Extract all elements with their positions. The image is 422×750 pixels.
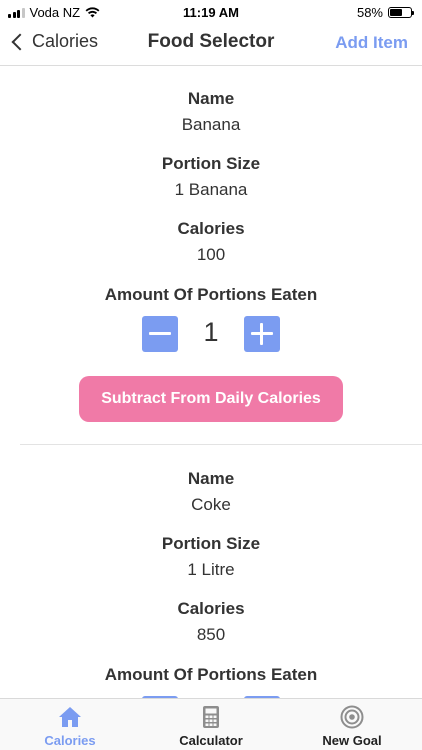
calories-value: 850 bbox=[196, 625, 226, 644]
tab-label: New Goal bbox=[322, 733, 382, 748]
tab-new-goal[interactable]: New Goal bbox=[282, 699, 422, 750]
nav-bar: Calories Food Selector Add Item bbox=[0, 24, 422, 66]
subtract-calories-button[interactable]: Subtract From Daily Calories bbox=[79, 376, 343, 422]
target-icon bbox=[340, 705, 364, 729]
portion-size-label: Portion Size bbox=[161, 534, 261, 553]
battery-fill bbox=[390, 9, 402, 16]
back-button[interactable]: Calories bbox=[10, 31, 98, 52]
calories-value: 100 bbox=[196, 245, 226, 264]
minus-icon bbox=[149, 332, 171, 335]
food-card: Name Banana Portion Size 1 Banana Calori… bbox=[0, 66, 422, 446]
tab-label: Calories bbox=[44, 733, 96, 748]
portion-size-label: Portion Size bbox=[161, 154, 261, 173]
tab-calculator[interactable]: Calculator bbox=[141, 699, 281, 750]
calculator-icon bbox=[203, 706, 219, 728]
portion-size-value: 1 Litre bbox=[187, 560, 235, 579]
calories-label: Calories bbox=[177, 219, 245, 238]
increment-button[interactable] bbox=[244, 316, 280, 352]
portion-stepper: 1 bbox=[0, 316, 422, 352]
status-bar: Voda NZ 11:19 AM 58% bbox=[0, 0, 422, 24]
add-item-button[interactable]: Add Item bbox=[335, 33, 408, 53]
status-right: 58% bbox=[356, 5, 414, 20]
portions-eaten-label: Amount Of Portions Eaten bbox=[104, 665, 318, 684]
chevron-left-icon bbox=[11, 33, 29, 50]
decrement-button[interactable] bbox=[142, 316, 178, 352]
home-icon bbox=[59, 707, 81, 727]
food-card: Name Coke Portion Size 1 Litre Calories … bbox=[0, 446, 422, 698]
calories-label: Calories bbox=[177, 599, 245, 618]
battery-percent: 58% bbox=[356, 5, 383, 20]
tab-calories[interactable]: Calories bbox=[0, 699, 140, 750]
food-name: Banana bbox=[181, 115, 241, 134]
food-list[interactable]: Name Banana Portion Size 1 Banana Calori… bbox=[0, 66, 422, 698]
name-label: Name bbox=[187, 89, 235, 108]
portion-size-value: 1 Banana bbox=[174, 180, 248, 199]
battery-icon bbox=[388, 7, 414, 18]
tab-label: Calculator bbox=[179, 733, 243, 748]
food-name: Coke bbox=[191, 495, 231, 514]
tab-bar: Calories Calculator New Goal bbox=[0, 698, 422, 750]
name-label: Name bbox=[187, 469, 235, 488]
portion-count: 1 bbox=[203, 317, 219, 347]
portions-eaten-label: Amount Of Portions Eaten bbox=[104, 285, 318, 304]
back-button-label: Calories bbox=[32, 31, 99, 51]
divider bbox=[20, 444, 422, 445]
